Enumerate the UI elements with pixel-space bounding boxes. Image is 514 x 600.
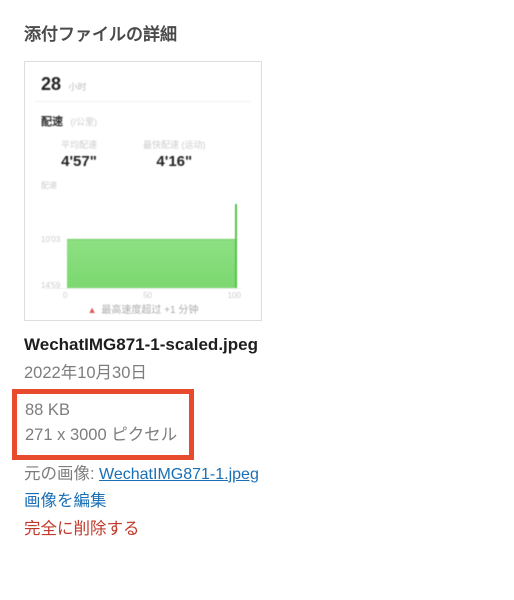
attachment-dimensions: 271 x 3000 ピクセル bbox=[25, 423, 177, 449]
attachment-filesize: 88 KB bbox=[25, 398, 177, 424]
thumb-top-value: 28 bbox=[41, 74, 61, 94]
thumb-top-unit: 小时 bbox=[68, 82, 86, 92]
divider bbox=[35, 101, 251, 102]
thumb-col2-label: 最快配速 (运动) bbox=[143, 138, 206, 151]
thumb-col2-value: 4'16" bbox=[143, 153, 206, 170]
delete-permanently-link[interactable]: 完全に削除する bbox=[24, 520, 140, 538]
warning-icon: ▲ bbox=[88, 305, 97, 315]
thumb-section-label: 配速 bbox=[41, 116, 63, 128]
chart-xticks: 0 50 100 bbox=[41, 289, 245, 300]
thumbnail-content: 28 小时 配速 (/公里) 平均配速 4'57" 最快配速 (运动) 4'16… bbox=[25, 62, 261, 320]
original-image-label: 元の画像: bbox=[24, 465, 95, 483]
chart-ytick-2: 14'59 bbox=[41, 281, 60, 290]
highlighted-meta-box: 88 KB 271 x 3000 ピクセル bbox=[12, 389, 194, 460]
chart-ytick-1: 10'03 bbox=[41, 235, 60, 244]
thumb-side-label: 配速 bbox=[41, 180, 245, 191]
thumb-section-sub: (/公里) bbox=[70, 117, 97, 127]
attachment-thumbnail[interactable]: 28 小时 配速 (/公里) 平均配速 4'57" 最快配速 (运动) 4'16… bbox=[24, 61, 262, 321]
original-image-link[interactable]: WechatIMG871-1.jpeg bbox=[99, 466, 259, 483]
attachment-filename: WechatIMG871-1-scaled.jpeg bbox=[24, 335, 490, 355]
thumb-chart: 10'03 14'59 bbox=[45, 203, 241, 289]
page-title: 添付ファイルの詳細 bbox=[24, 20, 490, 45]
thumb-col1-value: 4'57" bbox=[61, 153, 97, 170]
thumb-col1-label: 平均配速 bbox=[61, 138, 97, 151]
attachment-date: 2022年10月30日 bbox=[24, 361, 490, 387]
edit-image-link[interactable]: 画像を編集 bbox=[24, 492, 107, 510]
thumb-bottom-text: ▲ 最高速度超过 +1 分钟 bbox=[25, 301, 261, 316]
